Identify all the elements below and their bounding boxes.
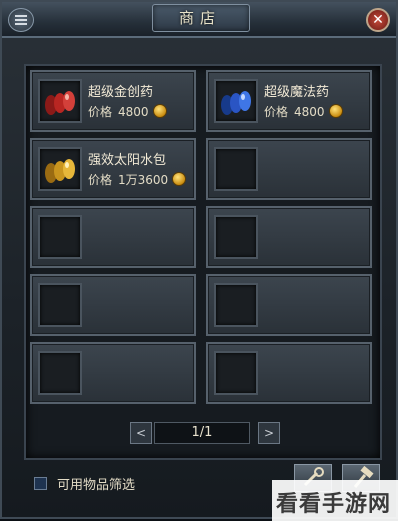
pager: < 1/1 >: [2, 422, 396, 448]
empty-icon-box: [38, 351, 82, 395]
shop-slot-empty[interactable]: [30, 342, 196, 404]
empty-icon-box: [214, 215, 258, 259]
price-row: 价格 1万3600: [88, 171, 187, 188]
prev-page-button[interactable]: <: [130, 422, 152, 444]
item-name: 超级金创药: [88, 85, 154, 100]
watermark: 看看手游网: [272, 480, 398, 521]
shop-slot-empty[interactable]: [206, 138, 372, 200]
shop-slot-empty[interactable]: [206, 206, 372, 268]
price-row: 价格 4800: [88, 103, 167, 120]
shop-slot-empty[interactable]: [30, 274, 196, 336]
empty-icon-box: [214, 283, 258, 327]
item-icon-box: [214, 79, 258, 123]
gold-coin-icon: [152, 104, 167, 118]
empty-icon-box: [38, 215, 82, 259]
blue-potion-icon: [221, 91, 251, 115]
shop-slot-2[interactable]: 超级魔法药 价格 4800: [206, 70, 372, 132]
empty-icon-box: [214, 351, 258, 395]
gold-potion-icon: [45, 159, 75, 183]
price-label: 价格: [88, 173, 113, 187]
empty-icon-box: [214, 147, 258, 191]
close-button[interactable]: ✕: [366, 8, 390, 32]
filter-checkbox[interactable]: [34, 477, 47, 490]
shop-slot-1[interactable]: 超级金创药 价格 4800: [30, 70, 196, 132]
item-icon-box: [38, 79, 82, 123]
close-icon: ✕: [372, 12, 384, 28]
price-value: 4800: [294, 105, 325, 119]
watermark-text: 看看手游网: [276, 492, 392, 517]
filter-label: 可用物品筛选: [57, 478, 136, 493]
item-icon-box: [38, 147, 82, 191]
price-value: 1万3600: [118, 173, 169, 187]
filter-row[interactable]: 可用物品筛选: [34, 474, 135, 493]
title-bar: 商店 ✕: [2, 2, 396, 38]
shop-slot-empty[interactable]: [206, 274, 372, 336]
next-page-button[interactable]: >: [258, 422, 280, 444]
red-potion-icon: [45, 91, 75, 115]
price-label: 价格: [88, 105, 113, 119]
item-name: 超级魔法药: [264, 85, 330, 100]
shop-window: 商店 ✕ 超级金创药 价格 4800 超级魔法药 价格 4800 强效太阳水包 …: [0, 0, 398, 521]
menu-button[interactable]: [8, 8, 34, 32]
page-indicator: 1/1: [154, 422, 250, 444]
gold-coin-icon: [172, 172, 187, 186]
shop-slot-empty[interactable]: [30, 206, 196, 268]
gold-coin-icon: [328, 104, 343, 118]
empty-icon-box: [38, 283, 82, 327]
shop-slot-empty[interactable]: [206, 342, 372, 404]
price-value: 4800: [118, 105, 149, 119]
item-name: 强效太阳水包: [88, 153, 167, 168]
shop-slot-3[interactable]: 强效太阳水包 价格 1万3600: [30, 138, 196, 200]
list-icon: [15, 15, 27, 25]
price-label: 价格: [264, 105, 289, 119]
window-title: 商店: [178, 9, 221, 27]
price-row: 价格 4800: [264, 103, 343, 120]
